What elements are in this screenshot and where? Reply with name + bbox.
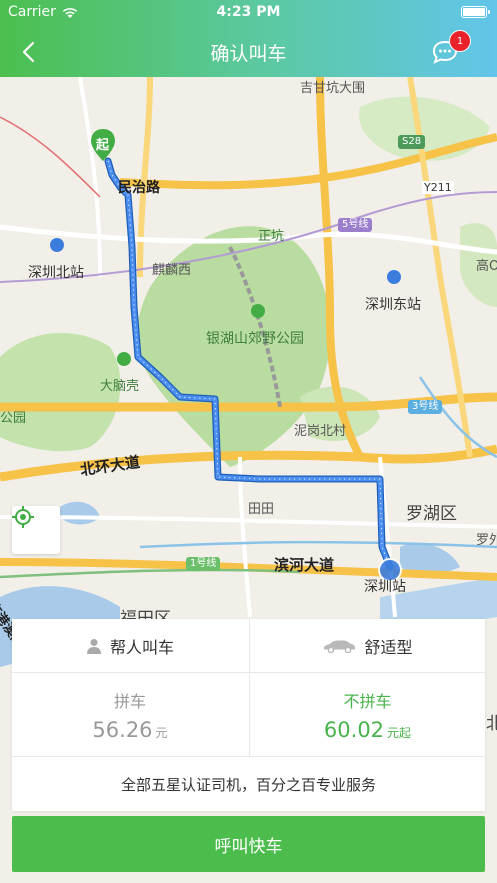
map-metro-badge: 5号线: [338, 218, 373, 232]
car-type-selector[interactable]: 舒适型: [249, 619, 485, 672]
map-station-label: 深圳东站: [365, 297, 421, 313]
map-district-label: 罗湖区: [406, 504, 457, 524]
call-for-other-button[interactable]: 帮人叫车: [12, 619, 248, 672]
status-time: 4:23 PM: [216, 4, 281, 20]
call-for-other-label: 帮人叫车: [109, 637, 174, 657]
no-carpool-option[interactable]: 不拼车 60.02 元起: [249, 673, 485, 756]
locate-crosshair-icon: [12, 506, 34, 528]
map-station-label: 深圳北站: [28, 265, 84, 281]
ride-options-header: 帮人叫车 舒适型: [12, 619, 485, 673]
no-carpool-option-name: 不拼车: [343, 691, 392, 711]
map-road-label: 路: [146, 180, 160, 196]
top-bar: Carrier 4:23 PM 确认叫车 1: [0, 0, 497, 77]
carpool-price: 56.26: [92, 717, 153, 742]
carpool-option[interactable]: 拼车 56.26 元: [12, 673, 248, 756]
no-carpool-price: 60.02: [323, 717, 385, 742]
car-icon: [324, 640, 356, 653]
battery-icon: [461, 6, 490, 18]
message-badge: 1: [449, 30, 471, 52]
service-notice: 全部五星认证司机，百分之百专业服务: [120, 775, 376, 794]
map-park-label: 银湖山郊野公园: [206, 331, 304, 347]
battery-level: [463, 8, 485, 16]
person-icon: [86, 638, 101, 654]
map-metro-badge: 3号线: [408, 400, 443, 414]
map-label: 麒麟西: [152, 263, 192, 278]
map-label: 正坑: [258, 229, 285, 244]
map-road-shield: Y211: [422, 181, 454, 194]
status-bar: Carrier 4:23 PM: [0, 0, 497, 26]
map-label: 田田: [248, 502, 275, 517]
map-road-label: 民治: [118, 180, 146, 196]
map-label: 泥岗北村: [294, 424, 347, 439]
page-title: 确认叫车: [210, 43, 287, 65]
map-label: 公园: [0, 411, 27, 426]
map-metro-badge: 1号线: [186, 557, 221, 571]
map-road-shield: S28: [398, 135, 426, 149]
map-label: 罗外: [476, 533, 497, 548]
map-label: 吉甘坑大围: [300, 81, 366, 96]
locate-button[interactable]: [12, 506, 60, 554]
no-carpool-price-unit: 元起: [387, 725, 412, 740]
map-station-label: 深圳站: [364, 579, 406, 595]
map-road-label: 滨河大道: [274, 556, 335, 574]
map-label: 高O: [476, 259, 497, 274]
map-label: 大脑壳: [100, 379, 140, 394]
call-express-button[interactable]: 呼叫快车: [12, 816, 485, 872]
ride-options-card: 帮人叫车 舒适型 拼车 56.26 元 不拼车 60.02 元起 全部五星认证司机，…: [12, 619, 485, 811]
carpool-price-unit: 元: [155, 725, 168, 740]
no-carpool-price-group: 60.02 元起: [324, 718, 411, 742]
car-type-label: 舒适型: [364, 637, 413, 657]
map-label: 北: [486, 714, 497, 734]
carpool-option-name: 拼车: [113, 691, 146, 711]
fare-options: 拼车 56.26 元 不拼车 60.02 元起: [12, 673, 485, 757]
nav-bar: 确认叫车 1: [0, 26, 497, 77]
carpool-price-group: 56.26 元: [92, 718, 167, 742]
start-marker-label: 起: [96, 138, 110, 153]
